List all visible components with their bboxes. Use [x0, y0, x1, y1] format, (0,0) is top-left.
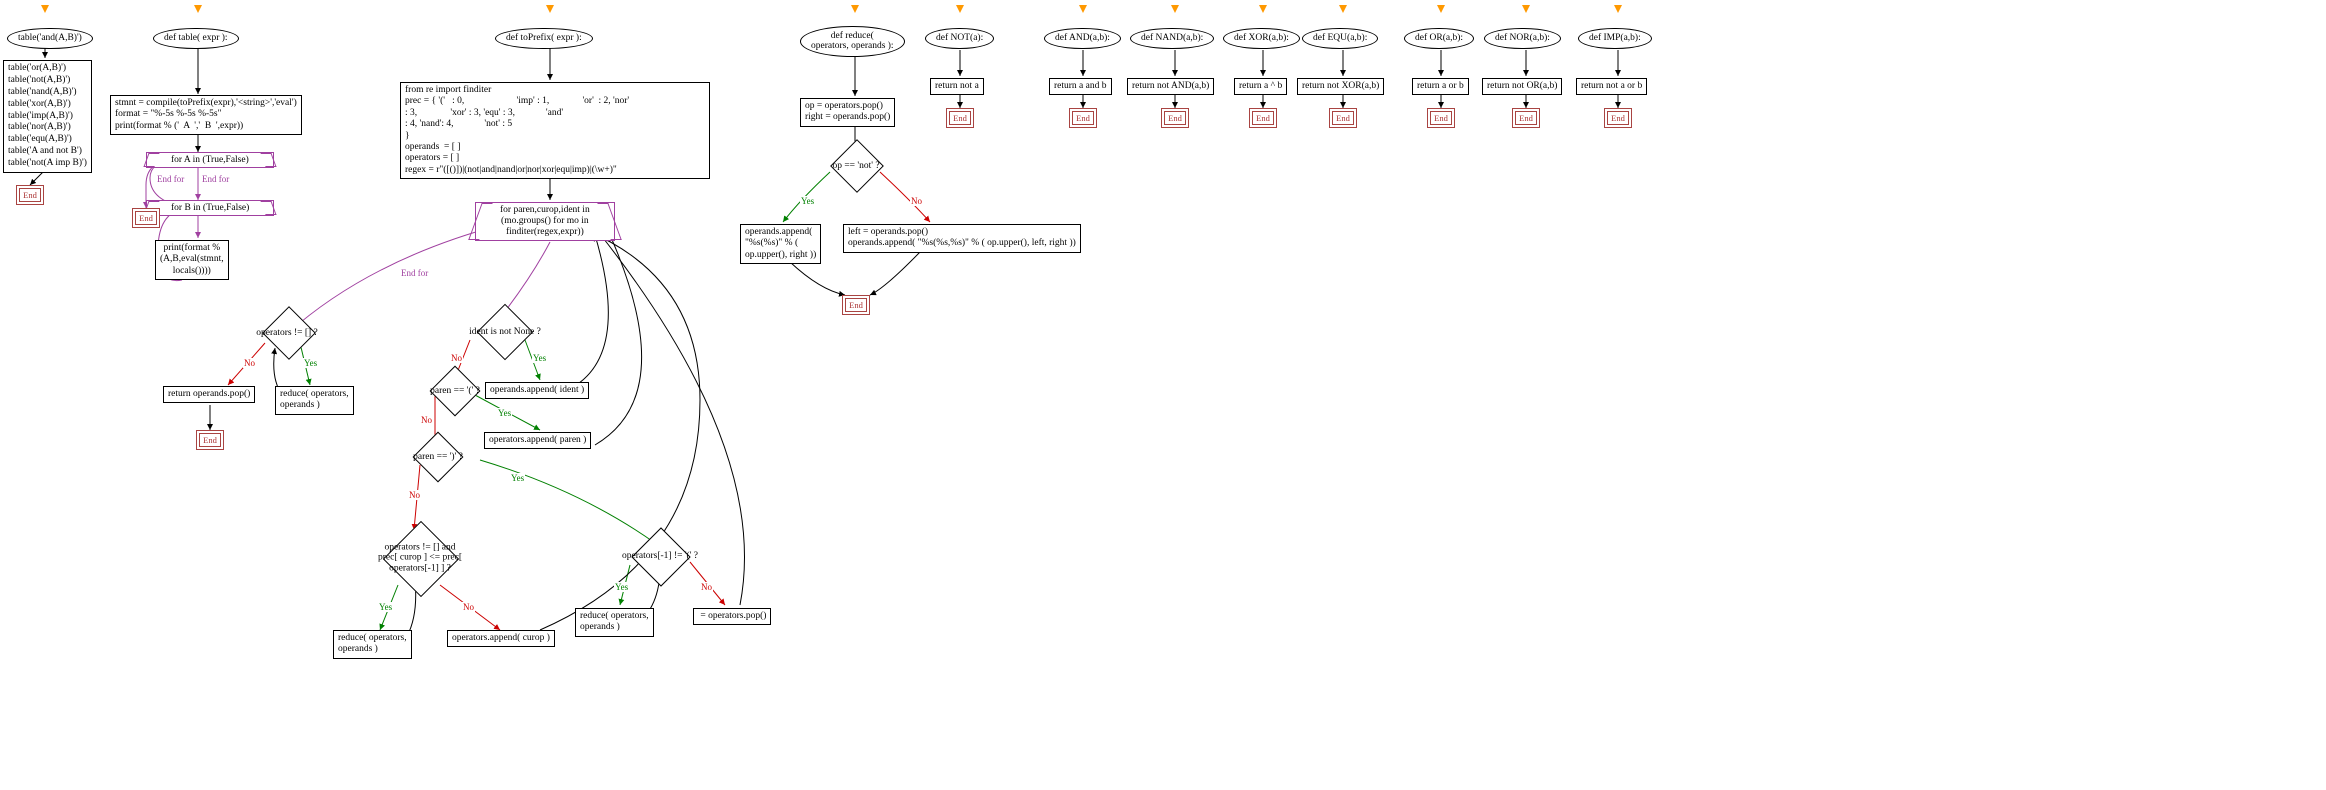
cond-ident: ident is not None ? [440, 318, 570, 346]
end-node: End [16, 185, 44, 205]
def-nor: def NOR(a,b): [1484, 28, 1561, 49]
reduce-unary: operands.append( "%s(%s)" % ( op.upper()… [740, 224, 821, 264]
end-node: End [842, 295, 870, 315]
def-toprefix: def toPrefix( expr ): [495, 28, 593, 49]
entry-arrow [956, 5, 964, 13]
no-label: No [450, 353, 463, 363]
entry-call: table('and(A,B)') [7, 28, 93, 49]
endfor-label: End for [400, 268, 429, 278]
yes-label: Yes [497, 408, 512, 418]
entry-arrow [1259, 5, 1267, 13]
def-reduce: def reduce( operators, operands ): [800, 26, 905, 57]
ret-and: return a and b [1049, 78, 1112, 95]
no-label: No [700, 582, 713, 592]
end-node: End [1329, 108, 1357, 128]
no-label: No [462, 602, 475, 612]
reduce-binary: left = operands.pop() operands.append( "… [843, 224, 1081, 253]
cond-op-not: op == 'not' ? [808, 152, 904, 180]
cond-paren-close: paren == ')' ? [388, 444, 488, 470]
reduce-call-3: reduce( operators, operands ) [333, 630, 412, 659]
yes-label: Yes [303, 358, 318, 368]
cond-ops-nonempty: operators != [] ? [232, 320, 342, 346]
end-node: End [1512, 108, 1540, 128]
entry-arrow [546, 5, 554, 13]
entry-arrow [41, 5, 49, 13]
def-and: def AND(a,b): [1044, 28, 1121, 49]
entry-arrow [194, 5, 202, 13]
no-label: No [408, 490, 421, 500]
cond-prec: operators != [] and prec[ curop ] <= pre… [340, 530, 500, 586]
def-nand: def NAND(a,b): [1130, 28, 1214, 49]
for-finditer-loop: for paren,curop,ident in (mo.groups() fo… [475, 202, 615, 241]
end-node: End [132, 208, 160, 228]
ret-equ: return not XOR(a,b) [1297, 78, 1384, 95]
end-node: End [1161, 108, 1189, 128]
def-or: def OR(a,b): [1404, 28, 1474, 49]
end-node: End [196, 430, 224, 450]
ret-not: return not a [930, 78, 984, 95]
def-equ: def EQU(a,b): [1302, 28, 1378, 49]
entry-arrow [1522, 5, 1530, 13]
cond-top-not-paren: operators[-1] != '(' ? [595, 540, 725, 572]
ret-nor: return not OR(a,b) [1482, 78, 1562, 95]
yes-label: Yes [800, 196, 815, 206]
end-node: End [1069, 108, 1097, 128]
append-curop: operators.append( curop ) [447, 630, 555, 647]
no-label: No [420, 415, 433, 425]
toprefix-setup: from re import finditer prec = { '(' : 0… [400, 82, 710, 179]
def-table: def table( expr ): [153, 28, 239, 49]
ret-or: return a or b [1412, 78, 1469, 95]
entry-arrow [1079, 5, 1087, 13]
reduce-call-2: reduce( operators, operands ) [575, 608, 654, 637]
ret-xor: return a ^ b [1234, 78, 1287, 95]
end-node: End [1249, 108, 1277, 128]
endfor-label: End for [156, 174, 185, 184]
for-a-loop: for A in (True,False) [146, 152, 274, 168]
entry-arrow [1171, 5, 1179, 13]
reduce-call-1: reduce( operators, operands ) [275, 386, 354, 415]
yes-label: Yes [510, 473, 525, 483]
entry-arrow [1339, 5, 1347, 13]
call-block: table('or(A,B)') table('not(A,B)') table… [3, 60, 92, 173]
end-node: End [1427, 108, 1455, 128]
for-b-loop: for B in (True,False) [146, 200, 274, 216]
reduce-pop: op = operators.pop() right = operands.po… [800, 98, 895, 127]
end-node: End [1604, 108, 1632, 128]
def-xor: def XOR(a,b): [1223, 28, 1300, 49]
return-operand: return operands.pop() [163, 386, 255, 403]
cond-paren-open: paren == '(' ? [405, 378, 505, 404]
endfor-label: End for [201, 174, 230, 184]
def-imp: def IMP(a,b): [1578, 28, 1652, 49]
entry-arrow [1614, 5, 1622, 13]
end-node: End [946, 108, 974, 128]
yes-label: Yes [614, 582, 629, 592]
no-label: No [243, 358, 256, 368]
yes-label: Yes [532, 353, 547, 363]
pop-operator: = operators.pop() [693, 608, 771, 625]
def-not: def NOT(a): [925, 28, 994, 49]
print-stmt: print(format % (A,B,eval(stmnt, locals()… [155, 240, 229, 280]
table-body: stmnt = compile(toPrefix(expr),'<string>… [110, 95, 302, 135]
no-label: No [910, 196, 923, 206]
entry-arrow [851, 5, 859, 13]
ret-imp: return not a or b [1576, 78, 1647, 95]
entry-arrow [1437, 5, 1445, 13]
yes-label: Yes [378, 602, 393, 612]
ret-nand: return not AND(a,b) [1127, 78, 1214, 95]
append-paren: operators.append( paren ) [484, 432, 591, 449]
